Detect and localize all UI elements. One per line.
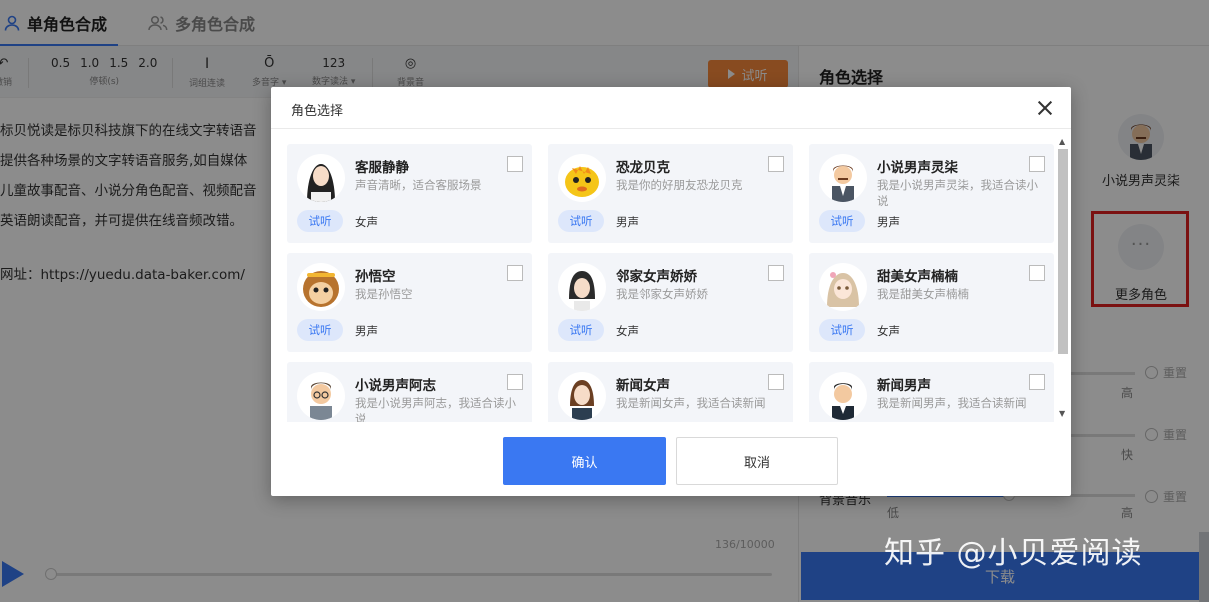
role-checkbox[interactable]: [507, 374, 523, 390]
role-card[interactable]: 新闻男声 我是新闻男声，我适合读新闻 试听 男声: [809, 362, 1054, 422]
role-name: 邻家女声娇娇: [616, 269, 697, 285]
avatar: [819, 372, 867, 420]
role-checkbox[interactable]: [507, 156, 523, 172]
role-gender: 女声: [616, 324, 639, 338]
avatar: [558, 372, 606, 420]
role-desc: 我是小说男声阿志，我适合读小说: [355, 396, 516, 422]
role-desc: 我是邻家女声娇娇: [616, 287, 708, 301]
role-card[interactable]: 小说男声阿志 我是小说男声阿志，我适合读小说 试听 男声: [287, 362, 532, 422]
role-checkbox[interactable]: [1029, 265, 1045, 281]
role-checkbox[interactable]: [507, 265, 523, 281]
dialog-header: 角色选择: [271, 87, 1071, 129]
role-card[interactable]: 新闻女声 我是新闻女声，我适合读新闻 试听 女声: [548, 362, 793, 422]
role-desc: 声音清晰，适合客服场景: [355, 178, 482, 192]
role-name: 新闻女声: [616, 378, 670, 394]
role-gender: 女声: [355, 215, 378, 229]
role-name: 恐龙贝克: [616, 160, 670, 176]
listen-button[interactable]: 试听: [297, 319, 343, 341]
listen-button[interactable]: 试听: [297, 210, 343, 232]
role-gender: 男声: [616, 215, 639, 229]
role-name: 甜美女声楠楠: [877, 269, 958, 285]
role-checkbox[interactable]: [768, 374, 784, 390]
role-card[interactable]: 孙悟空 我是孙悟空 试听 男声: [287, 253, 532, 352]
scroll-thumb[interactable]: [1058, 149, 1068, 354]
listen-button[interactable]: 试听: [819, 210, 865, 232]
role-card[interactable]: 甜美女声楠楠 我是甜美女声楠楠 试听 女声: [809, 253, 1054, 352]
scroll-up-icon[interactable]: ▲: [1059, 137, 1065, 146]
role-name: 客服静静: [355, 160, 409, 176]
role-desc: 我是孙悟空: [355, 287, 413, 301]
scroll-down-icon[interactable]: ▼: [1059, 409, 1065, 418]
avatar: [558, 154, 606, 202]
role-gender: 女声: [877, 324, 900, 338]
role-select-dialog: 角色选择 客服静静 声音清晰，适合客服场景 试听 女声 恐龙贝克 我是你的好朋友…: [271, 87, 1071, 496]
cancel-button[interactable]: 取消: [676, 437, 838, 485]
watermark: 知乎 @小贝爱阅读: [884, 536, 1143, 571]
role-checkbox[interactable]: [768, 265, 784, 281]
role-gender: 男声: [877, 215, 900, 229]
avatar: [297, 372, 345, 420]
listen-button[interactable]: 试听: [558, 210, 604, 232]
avatar: [297, 263, 345, 311]
role-card[interactable]: 客服静静 声音清晰，适合客服场景 试听 女声: [287, 144, 532, 243]
role-desc: 我是甜美女声楠楠: [877, 287, 969, 301]
role-desc: 我是你的好朋友恐龙贝克: [616, 178, 743, 192]
role-card[interactable]: 恐龙贝克 我是你的好朋友恐龙贝克 试听 男声: [548, 144, 793, 243]
listen-button[interactable]: 试听: [558, 319, 604, 341]
dialog-title: 角色选择: [291, 104, 344, 119]
role-name: 小说男声阿志: [355, 378, 436, 394]
avatar: [558, 263, 606, 311]
role-card[interactable]: 邻家女声娇娇 我是邻家女声娇娇 试听 女声: [548, 253, 793, 352]
listen-button[interactable]: 试听: [819, 319, 865, 341]
role-desc: 我是新闻男声，我适合读新闻: [877, 396, 1027, 410]
role-checkbox[interactable]: [1029, 374, 1045, 390]
role-name: 新闻男声: [877, 378, 931, 394]
role-name: 小说男声灵柒: [877, 160, 958, 176]
role-grid: 客服静静 声音清晰，适合客服场景 试听 女声 恐龙贝克 我是你的好朋友恐龙贝克 …: [287, 144, 1055, 422]
avatar: [297, 154, 345, 202]
role-name: 孙悟空: [355, 269, 396, 285]
confirm-button[interactable]: 确认: [503, 437, 666, 485]
role-card[interactable]: 小说男声灵柒 我是小说男声灵柒，我适合读小说 试听 男声: [809, 144, 1054, 243]
role-desc: 我是新闻女声，我适合读新闻: [616, 396, 766, 410]
role-desc: 我是小说男声灵柒，我适合读小说: [877, 178, 1038, 208]
avatar: [819, 263, 867, 311]
role-gender: 男声: [355, 324, 378, 338]
role-checkbox[interactable]: [1029, 156, 1045, 172]
dialog-scrollbar[interactable]: ▲ ▼: [1057, 137, 1069, 420]
role-checkbox[interactable]: [768, 156, 784, 172]
close-icon[interactable]: [1035, 98, 1055, 118]
app-page: 单角色合成 多角色合成 ↶ 撤销 0.51.01.52.0 停顿(s) Ⅰ 词组…: [0, 0, 1209, 602]
avatar: [819, 154, 867, 202]
